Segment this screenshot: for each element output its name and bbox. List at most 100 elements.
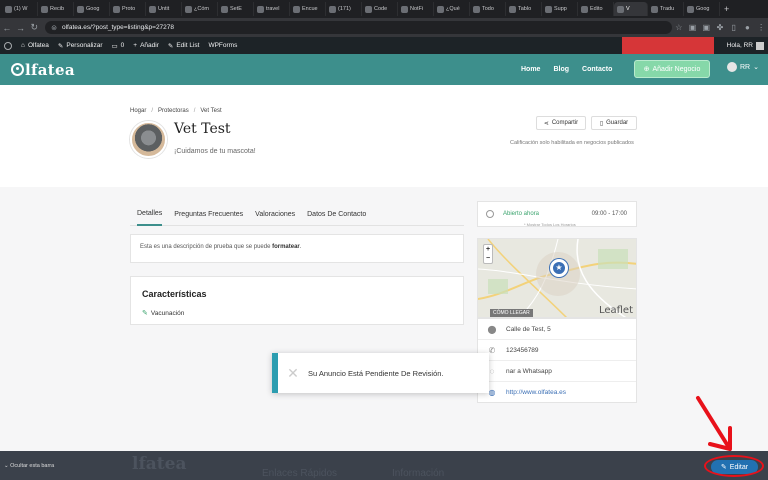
tab-favicon-icon [651,5,658,13]
address-bar[interactable]: ⊜ olfatea.es/?post_type=listing&p=27278 [45,21,673,34]
phone-row[interactable]: ✆ 123456789 [478,340,636,361]
user-account-name: RR [740,63,751,71]
bookmark-star-icon[interactable]: ☆ [672,23,686,32]
new-tab-icon[interactable]: + [724,4,729,14]
tab-favicon-icon [365,5,372,13]
browser-tab[interactable]: SetE [218,2,254,16]
forward-icon[interactable]: → [14,23,28,33]
tab-preguntas-frecuentes[interactable]: Preguntas Frecuentes [174,203,243,226]
browser-tab[interactable]: Proto [110,2,146,16]
location-icon: ⬤ [487,324,497,334]
whatsapp-row[interactable]: ◌ nar a Whatsapp [478,361,636,382]
browser-tab[interactable]: ¿Qué [434,2,470,16]
profile-icon[interactable]: ● [741,23,755,32]
browser-tab[interactable]: Encue [290,2,326,16]
browser-tab[interactable]: Goog [684,2,720,16]
wp-comments-link[interactable]: ▭ 0 [112,42,125,50]
breadcrumb-separator: / [151,108,154,114]
nav-home[interactable]: Home [521,66,540,73]
wp-comments-count: 0 [120,42,125,49]
share-button[interactable]: ⋖ Compartir [536,116,586,130]
browser-tab[interactable]: Tablo [506,2,542,16]
browser-tab[interactable]: Goog [74,2,110,16]
extension-icon[interactable]: ▣ [686,23,700,32]
browser-tab[interactable]: Recib [38,2,74,16]
comment-icon: ▭ [111,42,118,50]
nav-contacto[interactable]: Contacto [582,66,612,73]
breadcrumb-separator: / [193,108,196,114]
browser-tab-label: Tradu [660,6,675,12]
extension-icon[interactable]: ▣ [699,23,713,32]
site-logo[interactable]: lfatea [11,61,75,79]
browser-tab[interactable]: NotFi [398,2,434,16]
wp-alert-notice[interactable] [622,37,714,54]
wp-customize-label: Personalizar [66,42,103,49]
save-button[interactable]: ▯ Guardar [591,116,637,130]
page-title: Vet Test [174,121,231,137]
browser-tab[interactable]: (1) W [2,2,38,16]
plus-circle-icon: ⊕ [643,66,650,73]
browser-tab[interactable]: travel [254,2,290,16]
browser-tab-label: ¿Qué [446,6,460,12]
extensions-puzzle-icon[interactable]: ✤ [713,23,727,32]
browser-tab[interactable]: Supp [542,2,578,16]
website-row[interactable]: ◍ http://www.olfatea.es [478,382,636,403]
back-icon[interactable]: ← [0,23,14,33]
tab-favicon-icon [293,5,300,13]
show-all-hours-link[interactable]: * Mostrar Todos Los Horarios [524,222,576,227]
browser-tab[interactable]: Code [362,2,398,16]
listing-tabs: Detalles Preguntas Frecuentes Valoracion… [130,203,464,226]
nav-blog[interactable]: Blog [553,66,569,73]
wp-wpforms-link[interactable]: WPForms [208,42,237,49]
syringe-icon: ✎ [142,310,148,317]
tab-favicon-icon [509,5,516,13]
user-avatar-icon [727,62,737,72]
browser-tab-label: SetE [230,6,242,12]
wp-add-new-menu[interactable]: + Añadir [133,42,159,49]
map-pin-icon[interactable]: ★ [550,259,568,277]
browser-tab[interactable]: ¿Cóm [182,2,218,16]
hide-bar-toggle[interactable]: ⌄ Ocultar esta barra [4,463,54,469]
wp-logo-menu[interactable] [4,41,12,50]
tab-favicon-icon [113,5,120,13]
tab-datos-de-contacto[interactable]: Datos De Contacto [307,203,366,226]
tab-favicon-icon [185,5,192,13]
tab-favicon-icon [221,5,228,13]
wp-add-new-label: Añadir [140,42,159,49]
map[interactable]: + − ★ CÓMO LLEGAR Leaflet [477,238,637,318]
wp-edit-list-link[interactable]: ✎ Edit List [168,42,200,50]
user-account-menu[interactable]: RR ⌄ [727,62,759,72]
tab-favicon-icon [149,5,156,13]
site-info-icon[interactable]: ⊜ [51,24,57,32]
annotation-arrow [696,396,732,451]
browser-tab[interactable]: Todo [470,2,506,16]
map-zoom-control[interactable]: + − [483,244,493,264]
more-menu-icon[interactable]: ⋮ [754,23,768,32]
open-status: Abierto ahora [503,211,540,217]
browser-tab[interactable]: Edito [578,2,614,16]
browser-tab-label: Proto [122,6,136,12]
website-link[interactable]: http://www.olfatea.es [506,389,566,396]
map-attribution[interactable]: Leaflet [599,305,633,316]
directions-button[interactable]: CÓMO LLEGAR [490,309,533,317]
rating-note: Calificación solo habilitada en negocios… [510,140,634,146]
browser-tab-label: ¿Cóm [194,6,209,12]
breadcrumb-home[interactable]: Hogar [130,108,146,114]
browser-tab[interactable]: Untit [146,2,182,16]
description-end: . [299,244,302,250]
tab-valoraciones[interactable]: Valoraciones [255,203,295,226]
wp-user-menu[interactable]: Hola, RR [727,37,764,54]
browser-tab[interactable]: V [614,2,648,16]
browser-tab-label: Recib [50,6,65,12]
breadcrumb-category[interactable]: Protectoras [158,108,189,114]
wp-site-menu[interactable]: ⌂ Olfatea [21,42,49,49]
add-business-button[interactable]: ⊕ Añadir Negocio [634,60,710,78]
browser-tab[interactable]: Tradu [648,2,684,16]
tab-detalles[interactable]: Detalles [137,203,163,226]
close-icon[interactable]: ✕ [278,365,308,382]
reload-icon[interactable]: ↻ [27,22,41,33]
wp-customize-link[interactable]: ✎ Personalizar [58,42,103,50]
browser-toolbar: ← → ↻ ⊜ olfatea.es/?post_type=listing&p=… [0,18,768,37]
sidebar-icon[interactable]: ▯ [727,23,741,32]
browser-tab[interactable]: (171) [326,2,362,16]
